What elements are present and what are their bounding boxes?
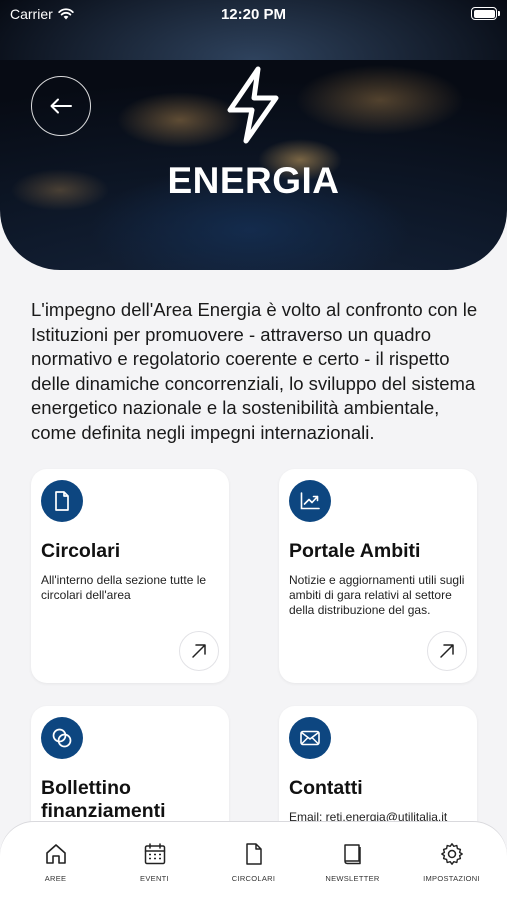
coins-icon <box>41 717 83 759</box>
status-bar: Carrier 12:20 PM <box>0 0 507 28</box>
card-title: Portale Ambiti <box>289 540 421 562</box>
card-circolari[interactable]: Circolari All'interno della sezione tutt… <box>31 469 229 683</box>
tab-label: IMPOSTAZIONI <box>423 874 480 883</box>
lightning-icon <box>227 66 279 144</box>
card-title: Circolari <box>41 540 121 562</box>
tab-impostazioni[interactable]: IMPOSTAZIONI <box>404 822 499 900</box>
back-button[interactable] <box>31 76 91 136</box>
tab-circolari[interactable]: CIRCOLARI <box>206 822 301 900</box>
calendar-icon <box>144 843 165 865</box>
card-portale-ambiti[interactable]: Portale Ambiti Notizie e aggiornamenti u… <box>279 469 477 683</box>
page-title: ENERGIA <box>167 160 340 201</box>
gear-icon <box>440 843 463 865</box>
card-text: Notizie e aggiornamenti utili sugli ambi… <box>289 573 465 617</box>
card-title: Contatti <box>289 777 363 799</box>
open-button[interactable] <box>179 631 219 671</box>
tab-label: AREE <box>44 874 67 883</box>
tab-label: CIRCOLARI <box>231 874 276 883</box>
home-icon <box>45 844 66 864</box>
battery-icon <box>471 7 500 20</box>
card-text: All'interno della sezione tutte le circo… <box>41 573 207 602</box>
area-description: L'impegno dell'Area Energia è volto al c… <box>31 299 478 443</box>
tab-newsletter[interactable]: NEWSLETTER <box>305 822 400 900</box>
hero-banner: ENERGIA <box>0 0 507 270</box>
arrow-up-right-icon <box>192 644 206 658</box>
book-icon <box>343 844 361 865</box>
arrow-up-right-icon <box>440 644 454 658</box>
chart-icon <box>289 480 331 522</box>
tab-label: NEWSLETTER <box>325 874 380 883</box>
mail-icon <box>289 717 331 759</box>
tab-aree[interactable]: AREE <box>8 822 103 900</box>
arrow-left-icon <box>50 98 72 114</box>
open-button[interactable] <box>427 631 467 671</box>
tab-label: EVENTI <box>140 874 169 883</box>
card-title: Bollettino finanziamenti <box>41 777 166 822</box>
clock: 12:20 PM <box>220 6 287 23</box>
tab-bar: AREE EVENTI CIRCOLARI NEWSLETTER IMPOSTA… <box>0 822 507 900</box>
document-icon <box>245 843 262 865</box>
tab-eventi[interactable]: EVENTI <box>107 822 202 900</box>
document-icon <box>41 480 83 522</box>
